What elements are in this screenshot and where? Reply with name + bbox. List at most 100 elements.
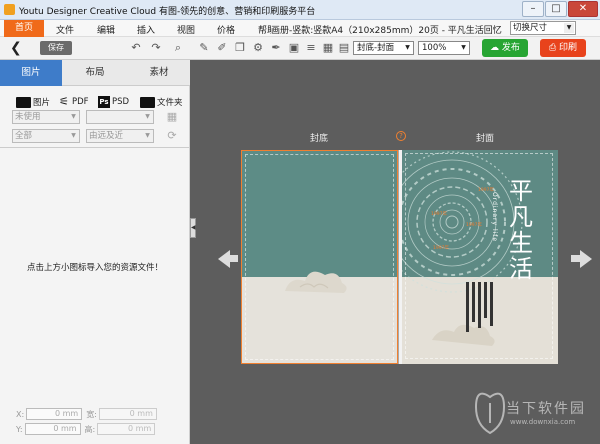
edit-text-icon[interactable]: ✐ <box>216 42 228 54</box>
sidebar-tabs: 图片 布局 素材 <box>0 60 190 86</box>
resource-sidebar: 图片 布局 素材 图片 ⚟ PDF Ps PSD 文件夹 未使用 ▼ ▼ ▦ 全… <box>0 60 190 444</box>
x-coord-row: X: 0 mm 宽: 0 mm <box>16 408 157 420</box>
empty-resource-message: 点击上方小图标导入您的资源文件！ <box>26 263 163 273</box>
y-coord-row: Y: 0 mm 高: 0 mm <box>16 423 156 435</box>
source-folder[interactable]: 文件夹 <box>140 96 183 108</box>
cover-body-text-column <box>490 282 493 326</box>
menu-price[interactable]: 价格 <box>217 23 235 36</box>
tab-images[interactable]: 图片 <box>0 60 62 86</box>
maximize-button[interactable]: □ <box>545 1 567 17</box>
document-title: 画册-竖款:竖款A4（210x285mm）20页 - 平凡生活回忆 <box>271 26 502 36</box>
window-controls: – □ ✕ <box>522 1 598 17</box>
minimize-button[interactable]: – <box>522 1 544 17</box>
size-switch-label: 切换尺寸 <box>513 23 548 33</box>
back-arrow-icon[interactable]: ❮ <box>10 40 22 56</box>
size-switch-select[interactable]: 切换尺寸 ▼ <box>510 21 576 35</box>
tab-materials[interactable]: 素材 <box>128 60 190 86</box>
redo-icon[interactable]: ↷ <box>150 42 162 54</box>
settings-icon[interactable]: ⚙ <box>252 42 264 54</box>
front-cover-label: 封面 <box>476 134 495 144</box>
cover-body-text-column <box>478 282 481 328</box>
source-pdf-label: PDF <box>72 97 89 107</box>
title-bar: Youtu Designer Creative Cloud 有图-领先的创意、营… <box>0 0 600 20</box>
refresh-icon[interactable]: ⟳ <box>166 130 178 142</box>
crop-icon[interactable]: ▣ <box>288 42 300 54</box>
source-folder-label: 文件夹 <box>157 98 183 108</box>
source-images[interactable]: 图片 <box>16 96 50 108</box>
save-button[interactable]: 保存 <box>40 41 72 55</box>
pen-icon[interactable]: ✒ <box>270 42 282 54</box>
width-label: 宽: <box>86 409 97 419</box>
toolbar: ❮ 保存 ↶ ↷ ⌕ ✎ ✐ ❐ ⚙ ✒ ▣ ≡ ▦ ▤ 封底-封面 ▼ 100… <box>0 37 600 60</box>
chevron-down-icon: ▼ <box>405 44 410 51</box>
close-button[interactable]: ✕ <box>568 1 598 17</box>
menu-bar: 首页 文件 编辑 插入 视图 价格 帮助 画册-竖款:竖款A4（210x285m… <box>0 20 600 37</box>
folder-icon <box>140 96 155 108</box>
y-label: Y: <box>16 424 23 434</box>
chevron-down-icon: ▼ <box>461 44 466 51</box>
scope-filter-select[interactable]: 全部 ▼ <box>12 129 80 143</box>
folder-icon <box>16 96 31 108</box>
menu-home[interactable]: 首页 <box>4 20 44 37</box>
layers-icon[interactable]: ❐ <box>234 42 246 54</box>
sort-filter-value: 由远及近 <box>89 131 124 141</box>
next-page-arrow[interactable] <box>580 250 592 268</box>
cover-body-text-column <box>484 282 487 318</box>
pdf-icon: ⚟ <box>59 95 69 108</box>
grid-view-icon[interactable]: ▦ <box>166 111 178 123</box>
menu-help[interactable]: 帮助 <box>258 23 271 36</box>
print-button[interactable]: ⎙ 印刷 <box>540 39 586 57</box>
zoom-value: 100% <box>422 43 447 53</box>
next-page-arrow-shaft[interactable] <box>571 255 581 262</box>
grid-icon[interactable]: ▦ <box>322 42 334 54</box>
cover-body-text-column <box>472 282 475 322</box>
source-psd[interactable]: Ps PSD <box>98 96 129 108</box>
source-row: 图片 ⚟ PDF Ps PSD 文件夹 <box>16 96 188 110</box>
align-icon[interactable]: ≡ <box>305 42 317 54</box>
chevron-down-icon: ▼ <box>71 132 76 139</box>
source-pdf[interactable]: ⚟ PDF <box>58 96 89 108</box>
menu-file[interactable]: 文件 <box>56 23 74 36</box>
publish-button[interactable]: ☁ 发布 <box>482 39 528 57</box>
cloud-upload-icon: ☁ <box>490 43 500 53</box>
width-input[interactable]: 0 mm <box>98 408 157 420</box>
print-label: 印刷 <box>559 43 578 53</box>
zoom-fit-icon[interactable]: ⌕ <box>172 42 184 54</box>
sort-filter-select[interactable]: 由远及近 ▼ <box>86 129 154 143</box>
year-label: 1997年 <box>466 223 482 228</box>
collapse-sidebar-handle[interactable]: ◀ <box>190 218 196 238</box>
menu-insert[interactable]: 插入 <box>137 23 155 36</box>
printer-icon: ⎙ <box>548 43 557 53</box>
app-icon <box>4 4 15 15</box>
x-label: X: <box>16 409 25 419</box>
height-label: 高: <box>84 424 96 434</box>
cover-subtitle: Ordinary life <box>491 192 498 243</box>
y-input[interactable]: 0 mm <box>24 423 81 435</box>
back-cover-page[interactable] <box>241 150 398 364</box>
edit-icon[interactable]: ✎ <box>198 42 210 54</box>
scope-filter-value: 全部 <box>15 131 33 141</box>
chevron-down-icon: ▼ <box>564 23 574 33</box>
page-select[interactable]: 封底-封面 ▼ <box>353 41 414 55</box>
publish-label: 发布 <box>501 43 520 53</box>
page-select-value: 封底-封面 <box>357 43 395 53</box>
help-icon[interactable]: ? <box>396 131 406 141</box>
tab-layout[interactable]: 布局 <box>64 60 126 86</box>
menu-edit[interactable]: 编辑 <box>97 23 115 36</box>
source-images-label: 图片 <box>33 98 51 108</box>
bleed-guide <box>245 154 394 360</box>
cover-body-text-column <box>466 282 469 332</box>
source-psd-label: PSD <box>112 97 130 107</box>
watermark-text: 当下软件园 <box>506 401 586 417</box>
photoshop-icon: Ps <box>98 96 110 108</box>
zoom-select[interactable]: 100% ▼ <box>418 41 470 55</box>
usage-filter-select[interactable]: 未使用 ▼ <box>12 110 80 124</box>
height-input[interactable]: 0 mm <box>97 423 156 435</box>
undo-icon[interactable]: ↶ <box>130 42 142 54</box>
previous-page-arrow-shaft[interactable] <box>228 255 238 262</box>
category-filter-select[interactable]: ▼ <box>86 110 154 124</box>
menu-view[interactable]: 视图 <box>177 23 195 36</box>
year-label: 1997年 <box>433 246 449 251</box>
page-icon[interactable]: ▤ <box>338 42 350 54</box>
x-input[interactable]: 0 mm <box>26 408 83 420</box>
